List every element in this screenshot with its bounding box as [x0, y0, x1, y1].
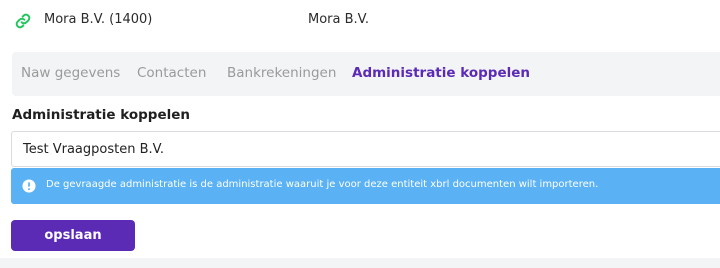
exclamation-circle-icon	[22, 179, 36, 193]
tab-bankrekeningen[interactable]: Bankrekeningen	[227, 65, 336, 81]
section-title: Administratie koppelen	[12, 107, 191, 123]
entity-row: Mora B.V. (1400) Mora B.V.	[0, 0, 720, 43]
administration-select[interactable]: Test Vraagposten B.V.	[11, 131, 720, 167]
save-button[interactable]: opslaan	[11, 220, 135, 251]
info-alert: De gevraagde administratie is de adminis…	[11, 168, 720, 204]
tab-administratie-koppelen[interactable]: Administratie koppelen	[352, 65, 530, 81]
tab-contacten[interactable]: Contacten	[137, 65, 206, 81]
entity-name-short: Mora B.V.	[308, 12, 370, 27]
link-icon	[15, 13, 31, 29]
alert-text: De gevraagde administratie is de adminis…	[46, 179, 599, 190]
administration-select-value: Test Vraagposten B.V.	[23, 142, 165, 157]
entity-panel: Naw gegevens Contacten Bankrekeningen Ad…	[0, 42, 720, 258]
tab-naw-gegevens[interactable]: Naw gegevens	[21, 65, 120, 81]
tab-bar: Naw gegevens Contacten Bankrekeningen Ad…	[12, 52, 720, 96]
entity-name: Mora B.V. (1400)	[44, 12, 153, 27]
